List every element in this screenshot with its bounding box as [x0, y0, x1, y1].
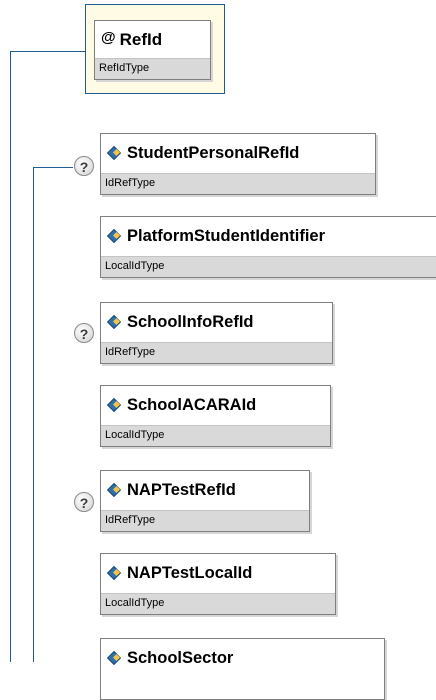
optional-icon: ? — [74, 492, 94, 512]
element-studentpersonalrefid[interactable]: StudentPersonalRefId IdRefType — [100, 133, 376, 195]
element-schoolacaraid[interactable]: SchoolACARAId LocalIdType — [100, 385, 331, 447]
sequence-connector-vertical — [33, 167, 34, 662]
element-name-text: SchoolInfoRefId — [127, 312, 254, 331]
element-platformstudentidentifier[interactable]: PlatformStudentIdentifier LocalIdType — [100, 216, 436, 278]
element-icon — [107, 231, 121, 241]
attribute-container: @ RefId RefIdType — [85, 4, 225, 94]
element-type: IdRefType — [101, 342, 332, 363]
sequence-connector-top — [33, 167, 73, 168]
element-type: IdRefType — [101, 510, 309, 531]
schema-diagram: @ RefId RefIdType ? StudentPersonalRefId… — [0, 0, 436, 700]
element-type: LocalIdType — [101, 256, 436, 277]
element-naptestrefid[interactable]: NAPTestRefId IdRefType — [100, 470, 310, 532]
element-type: LocalIdType — [101, 425, 330, 446]
attribute-refid[interactable]: @ RefId RefIdType — [94, 20, 211, 80]
element-name-text: SchoolSector — [127, 648, 234, 667]
element-name: PlatformStudentIdentifier — [101, 217, 436, 255]
element-schoolsector[interactable]: SchoolSector — [100, 638, 385, 700]
element-icon — [107, 317, 121, 327]
element-name: NAPTestRefId — [101, 471, 309, 509]
element-icon — [107, 148, 121, 158]
element-name: StudentPersonalRefId — [101, 134, 375, 172]
main-connector-vertical — [10, 51, 11, 662]
element-name: SchoolACARAId — [101, 386, 330, 424]
element-name-text: NAPTestLocalId — [127, 563, 253, 582]
optional-icon: ? — [74, 156, 94, 176]
element-type: IdRefType — [101, 173, 375, 194]
element-name-text: SchoolACARAId — [127, 395, 257, 414]
element-schoolinforefid[interactable]: SchoolInfoRefId IdRefType — [100, 302, 333, 364]
attribute-name-text: RefId — [119, 30, 163, 49]
optional-icon: ? — [74, 323, 94, 343]
attribute-type: RefIdType — [95, 58, 210, 79]
attribute-connector — [10, 51, 85, 52]
attribute-name: @ RefId — [95, 21, 210, 59]
element-name: NAPTestLocalId — [101, 554, 335, 592]
element-name-text: NAPTestRefId — [127, 480, 236, 499]
element-name-text: PlatformStudentIdentifier — [127, 226, 326, 245]
element-name: SchoolInfoRefId — [101, 303, 332, 341]
element-type: LocalIdType — [101, 593, 335, 614]
element-name-text: StudentPersonalRefId — [127, 143, 300, 162]
element-name: SchoolSector — [101, 639, 384, 677]
element-icon — [107, 400, 121, 410]
at-sign-icon: @ — [101, 28, 116, 46]
element-icon — [107, 485, 121, 495]
element-icon — [107, 568, 121, 578]
element-naptestlocalid[interactable]: NAPTestLocalId LocalIdType — [100, 553, 336, 615]
